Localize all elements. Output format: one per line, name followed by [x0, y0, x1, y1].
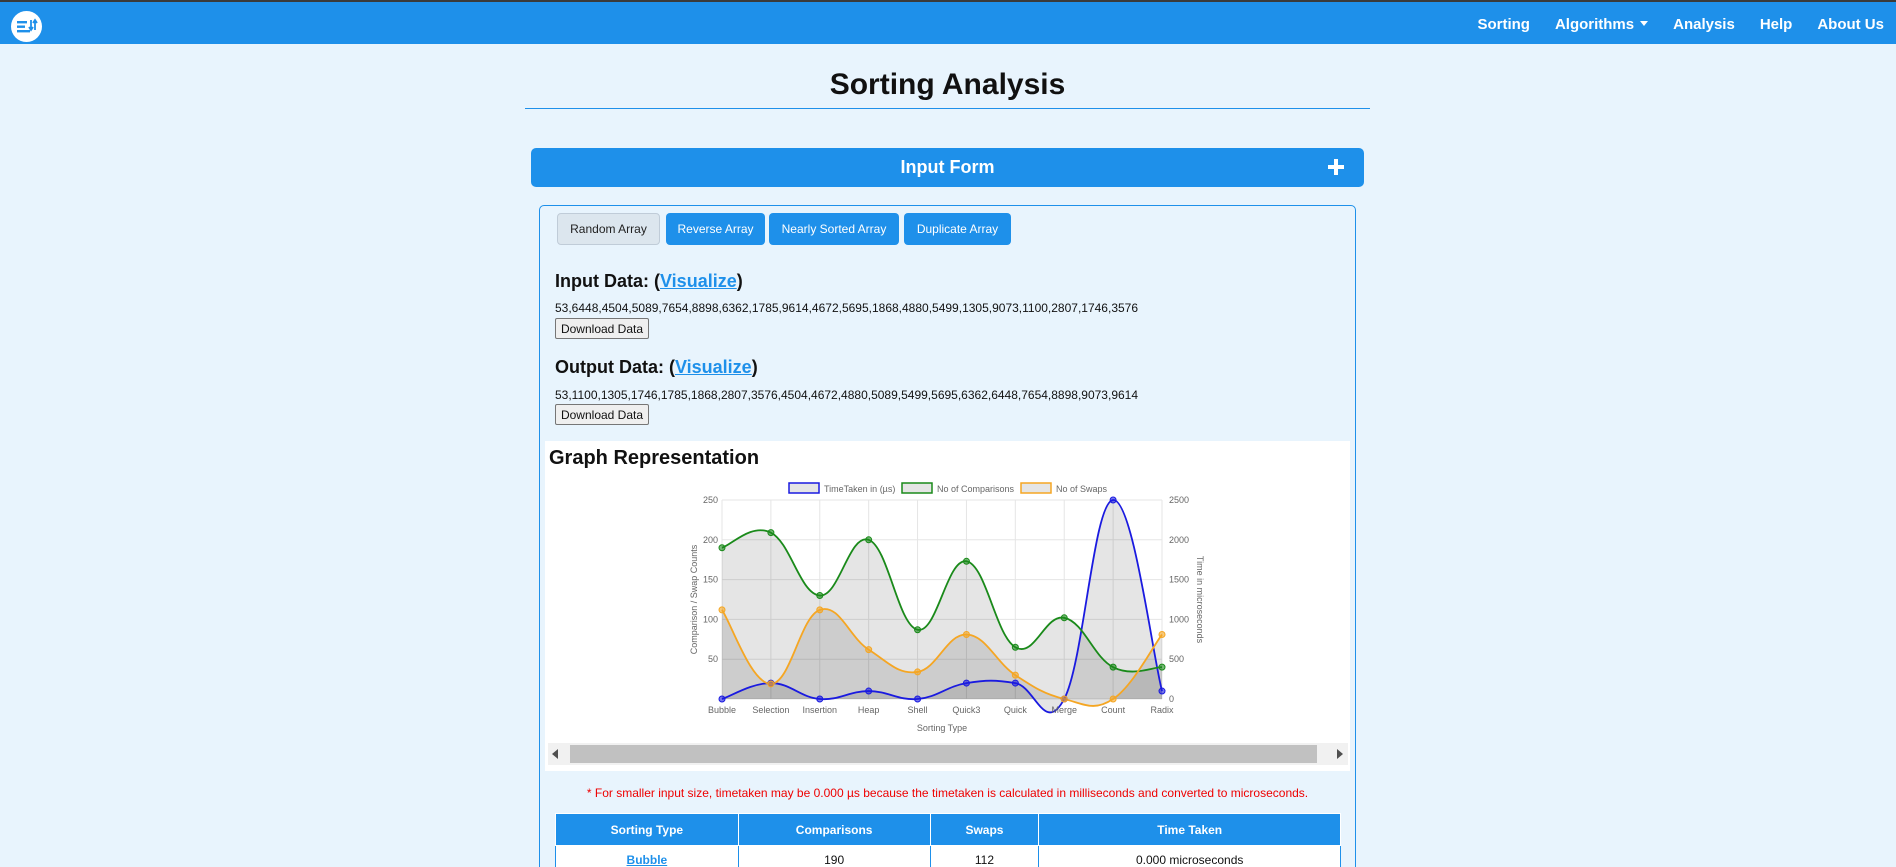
graph-container: [545, 441, 1350, 771]
graph-heading: Graph Representation: [549, 447, 760, 469]
navbar: Sorting Algorithms Analysis Help About U…: [0, 0, 1896, 44]
col-swaps: Swaps: [929, 813, 1040, 846]
input-visualize-link[interactable]: Visualize: [660, 271, 737, 291]
nav-sorting[interactable]: Sorting: [1477, 16, 1530, 33]
cell-swaps: 112: [929, 845, 1040, 867]
nav-about-us[interactable]: About Us: [1817, 16, 1884, 33]
cell-time-taken: 0.000 microseconds: [1038, 845, 1341, 867]
input-data-label: Input Data:: [555, 271, 649, 291]
nav-algorithms-dropdown[interactable]: Algorithms: [1554, 15, 1649, 33]
cell-sorting-type: Bubble: [555, 845, 739, 867]
table-row: Bubble 190 112 0.000 microseconds: [555, 845, 1341, 867]
reverse-array-button[interactable]: Reverse Array: [666, 213, 765, 245]
nav-menu: Sorting Algorithms Analysis Help About U…: [1452, 2, 1884, 46]
input-data-heading: Input Data: (Visualize): [555, 271, 743, 291]
nav-analysis[interactable]: Analysis: [1673, 16, 1735, 33]
input-form-toggle[interactable]: Input Form: [531, 148, 1364, 187]
output-data-heading: Output Data: (Visualize): [555, 357, 758, 377]
col-comparisons: Comparisons: [737, 813, 931, 846]
graph-horizontal-scrollbar[interactable]: [548, 743, 1348, 765]
input-data-values: 53,6448,4504,5089,7654,8898,6362,1785,96…: [555, 301, 1139, 315]
input-download-button[interactable]: Download Data: [555, 318, 649, 339]
col-sorting-type: Sorting Type: [555, 813, 739, 846]
col-time-taken: Time Taken: [1038, 813, 1341, 846]
plus-icon[interactable]: [1328, 159, 1344, 175]
nav-algorithms-label: Algorithms: [1554, 15, 1635, 33]
output-visualize-link[interactable]: Visualize: [675, 357, 752, 377]
output-data-label: Output Data:: [555, 357, 664, 377]
timing-note: * For smaller input size, timetaken may …: [586, 786, 1309, 800]
table-header-row: Sorting Type Comparisons Swaps Time Take…: [555, 813, 1341, 846]
random-array-button[interactable]: Random Array: [557, 213, 660, 245]
nav-help[interactable]: Help: [1760, 16, 1793, 33]
page-title: Sorting Analysis: [829, 68, 1066, 101]
output-data-values: 53,1100,1305,1746,1785,1868,2807,3576,45…: [555, 388, 1139, 402]
sorting-type-link[interactable]: Bubble: [627, 853, 668, 867]
nearly-sorted-array-button[interactable]: Nearly Sorted Array: [769, 213, 899, 245]
cell-comparisons: 190: [737, 845, 931, 867]
input-form-label: Input Form: [900, 157, 995, 177]
title-divider: [525, 108, 1370, 109]
scroll-thumb[interactable]: [570, 745, 1317, 763]
caret-down-icon: [1640, 20, 1649, 26]
duplicate-array-button[interactable]: Duplicate Array: [904, 213, 1011, 245]
results-table: Sorting Type Comparisons Swaps Time Take…: [555, 813, 1341, 867]
scroll-right-icon[interactable]: [1337, 749, 1343, 759]
output-download-button[interactable]: Download Data: [555, 404, 649, 425]
sorting-logo-icon[interactable]: [11, 11, 42, 42]
scroll-left-icon[interactable]: [552, 749, 558, 759]
